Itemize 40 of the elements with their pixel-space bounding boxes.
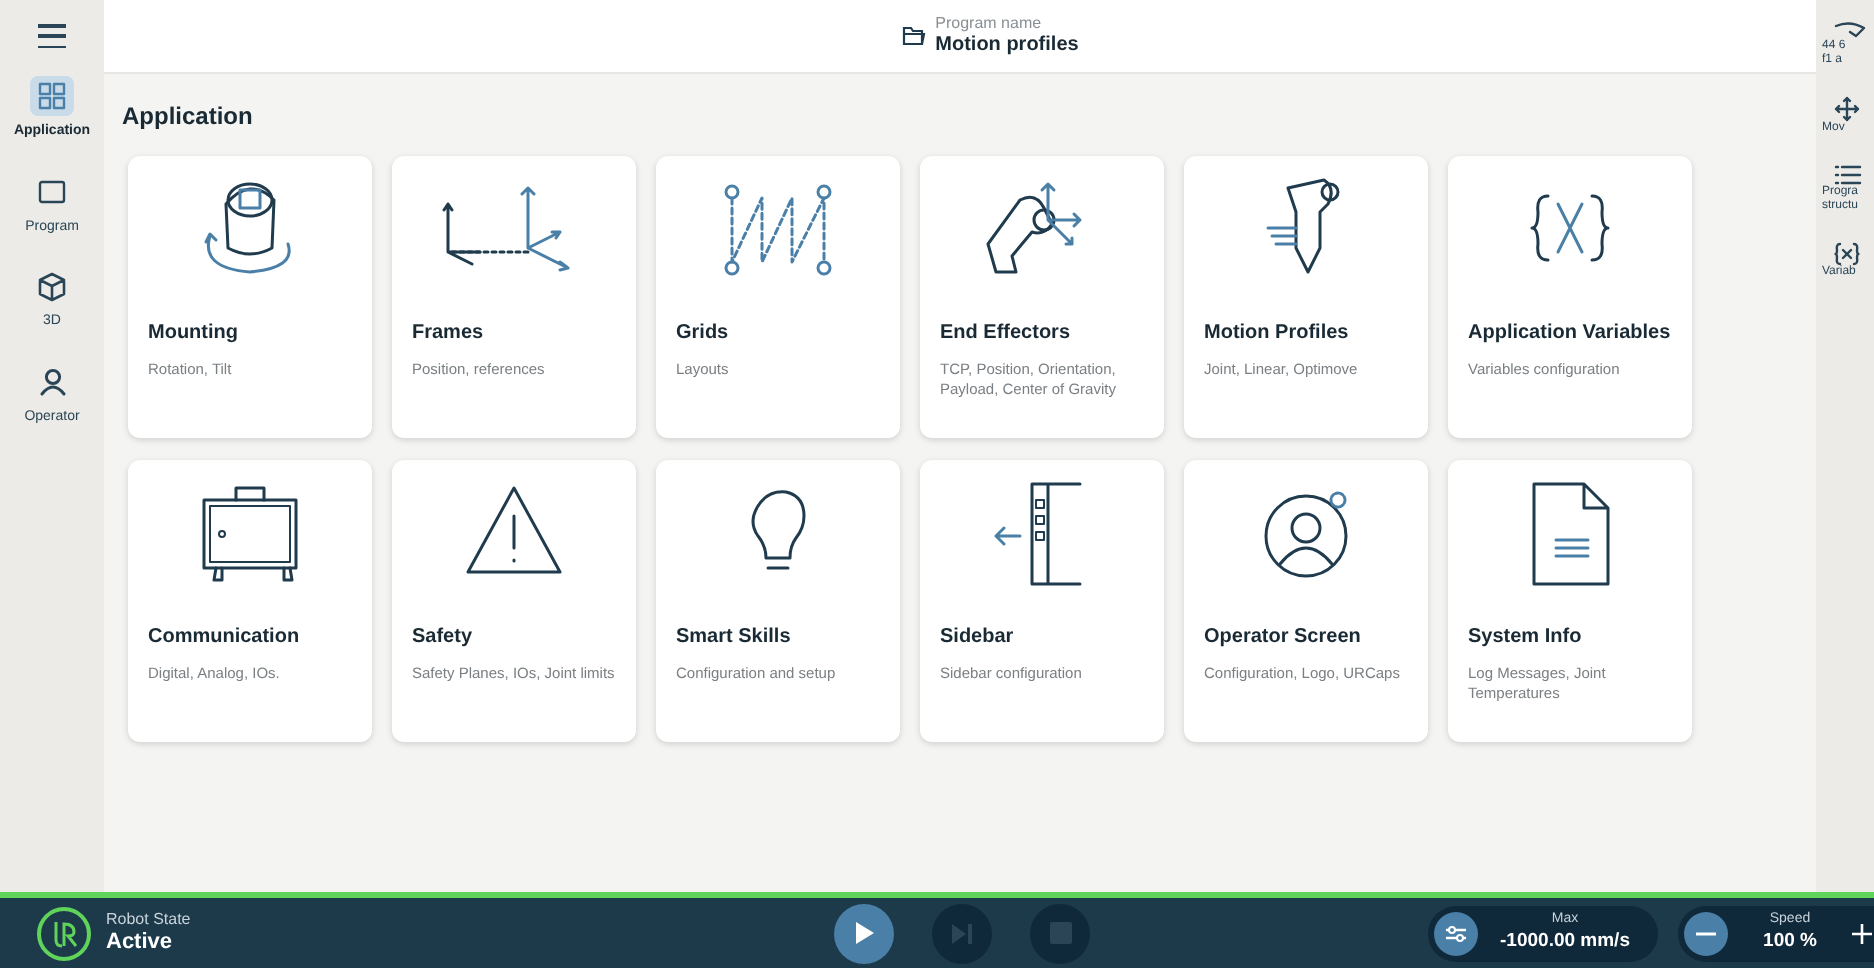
speed-value: 100 % — [1763, 929, 1817, 954]
card-title: End Effectors — [940, 320, 1071, 348]
program-name: Motion profiles — [935, 33, 1079, 59]
plus-icon[interactable] — [1852, 923, 1872, 943]
stop-icon — [1049, 922, 1072, 944]
step-forward-icon — [950, 921, 975, 945]
menu-button[interactable] — [38, 24, 66, 48]
play-icon — [853, 920, 876, 946]
list-icon — [1834, 164, 1862, 186]
cube-icon — [38, 271, 66, 301]
variable-icon — [1834, 242, 1860, 266]
card-title: Safety — [412, 624, 473, 652]
card-title: Sidebar — [940, 624, 1014, 652]
person-icon — [39, 367, 65, 395]
card-title: Frames — [412, 320, 484, 348]
play-button[interactable] — [834, 903, 895, 963]
sliders-icon — [1444, 923, 1468, 943]
card-title: Smart Skills — [676, 624, 791, 652]
folder-icon — [901, 26, 926, 46]
grid-icon — [38, 82, 66, 110]
move-arrows-icon — [1834, 96, 1860, 122]
card-title: Communication — [148, 624, 300, 652]
card-title: Motion Profiles — [1204, 320, 1349, 348]
decrease-button[interactable] — [1684, 911, 1728, 955]
window-icon — [38, 179, 66, 203]
robot-state-label: Robot State — [106, 909, 191, 930]
card-title: Operator Screen — [1204, 624, 1361, 652]
max-value: -1000.00 mm/s — [1500, 929, 1630, 954]
card-title: Mounting — [148, 320, 238, 348]
program-name-label: Program name — [935, 13, 1044, 34]
card-title: Application Variables — [1468, 320, 1671, 348]
robot-arm-icon — [1834, 20, 1866, 40]
adjust-button[interactable] — [1434, 911, 1478, 955]
card-title: System Info — [1468, 624, 1582, 652]
logo-icon — [36, 905, 92, 961]
robot-state: Active — [106, 929, 175, 957]
minus-icon — [1696, 931, 1716, 935]
card-title: Grids — [676, 320, 729, 348]
page-title: Application — [122, 100, 255, 134]
light-bulb-drawing — [746, 488, 810, 572]
